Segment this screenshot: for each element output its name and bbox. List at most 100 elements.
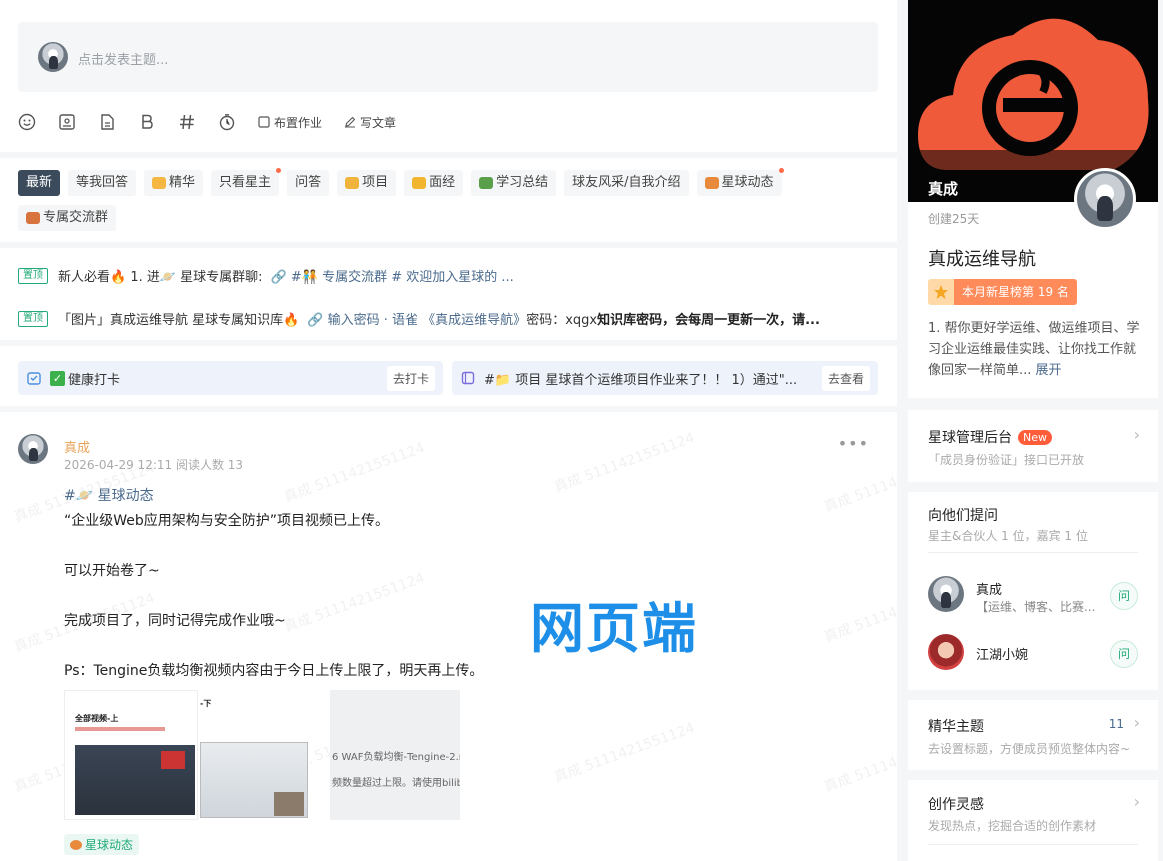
tab-row1-1[interactable]: 等我回答 [68, 170, 137, 196]
star-icon [928, 279, 954, 305]
timer-icon[interactable] [218, 113, 236, 131]
ask-subtitle: 星主&合伙人 1 位，嘉宾 1 位 [928, 529, 1088, 543]
tab-row1-9[interactable]: 星球动态 [696, 168, 784, 196]
planet-icon [70, 839, 82, 850]
ask-button[interactable]: 问 [1110, 582, 1138, 610]
asker-row[interactable]: 真成 【运维、博客、比赛... 问 [928, 576, 1138, 616]
asker-avatar [928, 634, 964, 670]
homework-card[interactable]: #📁 项目 星球首个运维项目作业来了！！ 1）通过"... 去查看 [452, 361, 878, 395]
tab-row1-5[interactable]: 项目 [337, 170, 397, 196]
post-hashtag[interactable]: #🪐 星球动态 [64, 484, 864, 509]
bold-icon[interactable] [138, 113, 156, 131]
write-article-button[interactable]: 写文章 [344, 114, 396, 131]
pinned-text: 「图片」真成运维导航 星球专属知识库🔥 [58, 313, 300, 328]
calendar-icon [27, 372, 41, 385]
group-name: 真成运维导航 [928, 249, 1036, 270]
tab-label: 球友风采/自我介绍 [572, 175, 681, 190]
unread-dot [276, 168, 282, 173]
tab-emoji-icon [704, 177, 719, 189]
ask-button[interactable]: 问 [1110, 640, 1138, 668]
tab-label: 面经 [429, 175, 456, 190]
chevron-right-icon: › [1133, 713, 1140, 732]
post-image-thumbnail[interactable]: 全部视频-上 [64, 690, 198, 820]
checkin-bar: ✓ 健康打卡 去打卡 #📁 项目 星球首个运维项目作业来了！！ 1）通过"...… [0, 346, 897, 406]
user-avatar [38, 42, 68, 72]
asker-name: 江湖小婉 [976, 648, 1029, 663]
checkmark-icon: ✓ [50, 370, 65, 386]
composer-placeholder[interactable]: 点击发表主题... [78, 49, 168, 68]
pinned-item[interactable]: 置顶 「图片」真成运维导航 星球专属知识库🔥 🔗 输入密码 · 语雀 《真成运维… [18, 309, 820, 328]
post-line: Ps：Tengine负载均衡视频内容由于今日上传上限了，明天再上传。 [64, 663, 484, 679]
tab-label: 项目 [362, 175, 389, 190]
go-checkin-button[interactable]: 去打卡 [386, 365, 435, 391]
tab-emoji-icon [412, 177, 427, 189]
composer-toolbar: 布置作业 写文章 [18, 112, 418, 132]
tab-label: 学习总结 [496, 175, 549, 190]
thumb-text: 6 WAF负载均衡-Tengine-2.mp [332, 752, 460, 763]
group-profile-card: 真成 创建25天 真成运维导航 本月新星榜第 19 名 1. 帮你更好学运维、做… [908, 0, 1158, 398]
post-topic-chip[interactable]: 星球动态 [64, 834, 140, 855]
post-image-thumbnail[interactable]: 6 WAF负载均衡-Tengine-2.mp 频数量超过上限。请使用bilibi… [330, 690, 460, 820]
pinned-text: 新人必看🔥 1. 进🪐 星球专属群聊: [58, 270, 263, 285]
author-avatar[interactable] [18, 434, 48, 464]
post-image-thumbnail[interactable]: -下 [198, 690, 310, 820]
expand-link[interactable]: 展开 [1036, 363, 1062, 378]
tab-row1-2[interactable]: 精华 [144, 170, 204, 196]
tab-row-1: 最新 等我回答 精华 只看星主 问答 项目 面经 学习总结 球友风采/自我介绍 星球动态 [18, 168, 790, 196]
more-options-icon[interactable]: ••• [838, 434, 869, 453]
tab-row1-7[interactable]: 学习总结 [471, 170, 557, 196]
tab-emoji-icon [479, 177, 494, 189]
pinned-link[interactable]: 🔗 #🧑‍🤝‍🧑 专属交流群 # 欢迎加入星球的 ... [271, 266, 514, 285]
tab-row1-8[interactable]: 球友风采/自我介绍 [564, 170, 689, 196]
pinned-bold-note: 知识库密码，会每周一更新一次，请... [597, 313, 820, 328]
health-checkin-label: 健康打卡 [68, 372, 121, 388]
thumb-title: -下 [200, 699, 212, 708]
assign-homework-button[interactable]: 布置作业 [258, 114, 322, 131]
ask-them-card: 向他们提问 星主&合伙人 1 位，嘉宾 1 位 真成 【运维、博客、比赛... … [908, 492, 1158, 690]
creative-inspiration-card[interactable]: 创作灵感 › 发现热点，挖掘合适的创作素材 [908, 780, 1158, 861]
emoji-icon[interactable] [18, 113, 36, 131]
admin-subtitle: 「成员身份验证」接口已开放 [928, 453, 1085, 467]
book-icon [461, 371, 475, 385]
tab-label: 星球动态 [721, 175, 774, 190]
essence-subtitle: 去设置标题，方便成员预览整体内容~ [928, 742, 1131, 756]
essence-count: 11 [1108, 717, 1124, 731]
asker-row[interactable]: 江湖小婉 问 [928, 634, 1138, 674]
post-line: “企业级Web应用架构与安全防护”项目视频已上传。 [64, 513, 390, 529]
image-icon[interactable] [58, 113, 76, 131]
asker-avatar [928, 576, 964, 612]
assign-homework-label: 布置作业 [274, 115, 323, 130]
post-line [64, 534, 864, 559]
divider [928, 844, 1138, 845]
admin-panel-card[interactable]: 星球管理后台 New 「成员身份验证」接口已开放 › [908, 410, 1158, 482]
new-badge: New [1018, 429, 1052, 445]
author-name[interactable]: 真成 [64, 437, 90, 456]
tab-row1-0[interactable]: 最新 [18, 170, 61, 196]
tab-row2-0[interactable]: 专属交流群 [18, 205, 117, 231]
inspiration-subtitle: 发现热点，挖掘合适的创作素材 [928, 819, 1097, 833]
tab-row1-6[interactable]: 面经 [404, 170, 464, 196]
go-view-button[interactable]: 去查看 [821, 365, 870, 391]
composer-input-box[interactable]: 点击发表主题... [18, 22, 878, 92]
asker-tags: 【运维、博客、比赛... [976, 600, 1096, 614]
file-icon[interactable] [98, 113, 116, 131]
pinned-item[interactable]: 置顶 新人必看🔥 1. 进🪐 星球专属群聊: 🔗 #🧑‍🤝‍🧑 专属交流群 # … [18, 266, 514, 285]
unread-dot [778, 168, 784, 173]
tab-label: 只看星主 [219, 175, 272, 190]
rank-text: 本月新星榜第 19 名 [954, 279, 1077, 305]
rank-badge[interactable]: 本月新星榜第 19 名 [928, 279, 1077, 305]
group-description: 1. 帮你更好学运维、做运维项目、学习企业运维最佳实践、让你找工作就像回家一样简… [928, 318, 1144, 381]
pinned-link[interactable]: 🔗 输入密码 · 语雀 《真成运维导航》 [307, 309, 526, 328]
owner-avatar[interactable] [1074, 168, 1136, 230]
essence-topics-card[interactable]: 精华主题 11 › 去设置标题，方便成员预览整体内容~ [908, 700, 1158, 770]
tab-label: 最新 [26, 175, 53, 190]
tab-row1-4[interactable]: 问答 [287, 170, 330, 196]
tab-emoji-icon [345, 177, 360, 189]
health-checkin-card[interactable]: ✓ 健康打卡 去打卡 [18, 361, 443, 395]
pinned-tag: 置顶 [18, 310, 48, 327]
pinned-tag: 置顶 [18, 267, 48, 284]
hashtag-icon[interactable] [178, 113, 196, 131]
web-overlay-label: 网页端 [530, 597, 698, 660]
tab-row1-3[interactable]: 只看星主 [211, 168, 282, 196]
post-line: 完成项目了，同时记得完成作业哦~ [64, 613, 286, 629]
